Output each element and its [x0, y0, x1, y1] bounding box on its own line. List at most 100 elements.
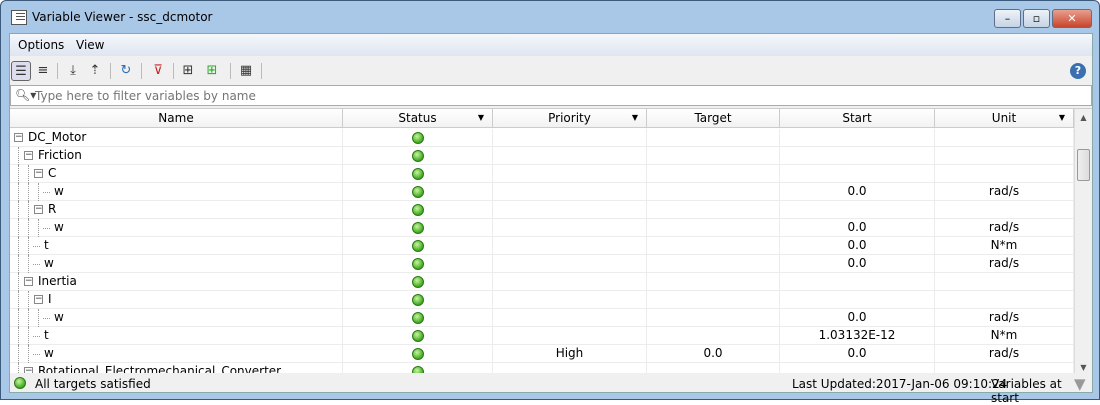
column-header-start[interactable]: Start — [780, 109, 935, 128]
variable-name: Rotational_Electromechanical_Converter — [38, 364, 282, 373]
scrollbar-thumb[interactable] — [1077, 149, 1090, 181]
client-area: Options View ☰ ≡ ⤓ ⇡ ↻ ⊽ ⊞ ⊞ ▦ ? 🔍︎▾ Nam… — [9, 33, 1093, 405]
cell-status — [343, 165, 493, 183]
unit-value: N*m — [990, 328, 1018, 342]
cell-priority — [493, 309, 647, 327]
table-row[interactable]: − Rotational_Electromechanical_Converter — [10, 363, 1074, 373]
maximize-button[interactable]: ▫ — [1023, 9, 1050, 28]
status-ok-icon — [411, 275, 424, 288]
refresh-icon[interactable]: ↻ — [116, 61, 136, 81]
expand-all-icon[interactable]: ⇡ — [85, 61, 105, 81]
cell-target — [647, 201, 780, 219]
clear-filter-icon[interactable]: ⊽ — [148, 61, 168, 81]
table-row[interactable]: w 0.0 rad/s — [10, 255, 1074, 273]
add-column-icon[interactable]: ⊞ — [202, 61, 222, 81]
scroll-up-icon[interactable]: ▲ — [1075, 113, 1092, 122]
collapse-icon[interactable]: − — [34, 295, 43, 304]
status-ok-icon — [411, 149, 424, 162]
table-row[interactable]: − C — [10, 165, 1074, 183]
cell-target — [647, 273, 780, 291]
cell-name: − DC_Motor — [10, 129, 343, 147]
unit-value: rad/s — [988, 184, 1020, 198]
cell-start — [780, 201, 935, 219]
save-layout-icon[interactable]: ▦ — [236, 61, 256, 81]
cell-target — [647, 309, 780, 327]
table-row[interactable]: w 0.0 rad/s — [10, 183, 1074, 201]
collapse-icon[interactable]: − — [24, 367, 33, 373]
status-ok-icon — [411, 329, 424, 342]
menu-options[interactable]: Options — [18, 38, 64, 52]
collapse-icon[interactable]: − — [24, 151, 33, 160]
tree-line — [28, 237, 29, 255]
close-button[interactable]: ✕ — [1052, 9, 1092, 28]
variable-name: w — [54, 220, 64, 234]
cell-name: w — [10, 309, 343, 327]
cell-start — [780, 147, 935, 165]
cell-name: w — [10, 183, 343, 201]
cell-status — [343, 237, 493, 255]
status-ok-icon — [411, 203, 424, 216]
collapse-icon[interactable]: − — [14, 133, 23, 142]
minimize-button[interactable]: – — [994, 9, 1021, 28]
table-row[interactable]: − I — [10, 291, 1074, 309]
tree-line — [28, 219, 29, 237]
status-ok-icon — [411, 311, 424, 324]
cell-start: 1.03132E-12 — [780, 327, 935, 345]
tree-line — [28, 327, 29, 345]
tree-line — [38, 219, 39, 237]
variable-name: I — [48, 292, 52, 306]
column-header-target[interactable]: Target — [647, 109, 780, 128]
cell-status — [343, 363, 493, 373]
help-icon[interactable]: ? — [1070, 63, 1086, 79]
collapse-icon[interactable]: − — [24, 277, 33, 286]
tree-line — [28, 183, 29, 201]
column-header-status[interactable]: Status ▼ — [343, 109, 493, 128]
search-icon[interactable]: 🔍︎▾ — [15, 88, 36, 102]
header-label: Status — [398, 111, 437, 125]
scroll-down-icon[interactable]: ▼ — [1075, 363, 1092, 372]
header-label: Name — [158, 111, 194, 125]
table-row[interactable]: − Inertia — [10, 273, 1074, 291]
status-bar: All targets satisfied Last Updated:2017-… — [10, 374, 1092, 405]
unit-value: rad/s — [988, 346, 1020, 360]
menu-view[interactable]: View — [76, 38, 104, 52]
column-header-unit[interactable]: Unit ▼ — [935, 109, 1074, 128]
collapse-icon[interactable]: − — [34, 205, 43, 214]
cell-status — [343, 309, 493, 327]
filter-input[interactable] — [35, 87, 1075, 104]
separator — [230, 63, 231, 79]
table-row[interactable]: w High 0.0 0.0 rad/s — [10, 345, 1074, 363]
dropdown-arrow-icon[interactable]: ▼ — [632, 109, 638, 127]
status-ok-icon — [14, 377, 26, 389]
remove-column-icon[interactable]: ⊞ — [178, 61, 198, 81]
dropdown-arrow-icon[interactable]: ▼ — [1059, 109, 1065, 127]
tree-view-icon[interactable]: ☰ — [11, 61, 31, 81]
app-icon — [11, 10, 27, 25]
table-row[interactable]: t 0.0 N*m — [10, 237, 1074, 255]
table-row[interactable]: t 1.03132E-12 N*m — [10, 327, 1074, 345]
separator — [57, 63, 58, 79]
cell-status — [343, 129, 493, 147]
filter-icon[interactable]: ▼ — [1074, 375, 1086, 393]
dropdown-arrow-icon[interactable]: ▼ — [478, 109, 484, 127]
cell-priority — [493, 327, 647, 345]
vertical-scrollbar[interactable]: ▲ ▼ — [1074, 109, 1092, 373]
table-row[interactable]: − R — [10, 201, 1074, 219]
table-row[interactable]: w 0.0 rad/s — [10, 309, 1074, 327]
cell-priority — [493, 201, 647, 219]
tree-line — [33, 246, 40, 247]
table-row[interactable]: − DC_Motor — [10, 129, 1074, 147]
target-value: 0.0 — [703, 346, 723, 360]
column-header-priority[interactable]: Priority ▼ — [493, 109, 647, 128]
cell-priority — [493, 165, 647, 183]
toolbar: ☰ ≡ ⤓ ⇡ ↻ ⊽ ⊞ ⊞ ▦ ? — [10, 58, 1092, 84]
cell-name: − I — [10, 291, 343, 309]
cell-status — [343, 273, 493, 291]
table-row[interactable]: w 0.0 rad/s — [10, 219, 1074, 237]
cell-priority — [493, 219, 647, 237]
table-row[interactable]: − Friction — [10, 147, 1074, 165]
flat-view-icon[interactable]: ≡ — [33, 61, 53, 81]
collapse-all-icon[interactable]: ⤓ — [63, 61, 83, 81]
collapse-icon[interactable]: − — [34, 169, 43, 178]
column-header-name[interactable]: Name — [10, 109, 343, 128]
